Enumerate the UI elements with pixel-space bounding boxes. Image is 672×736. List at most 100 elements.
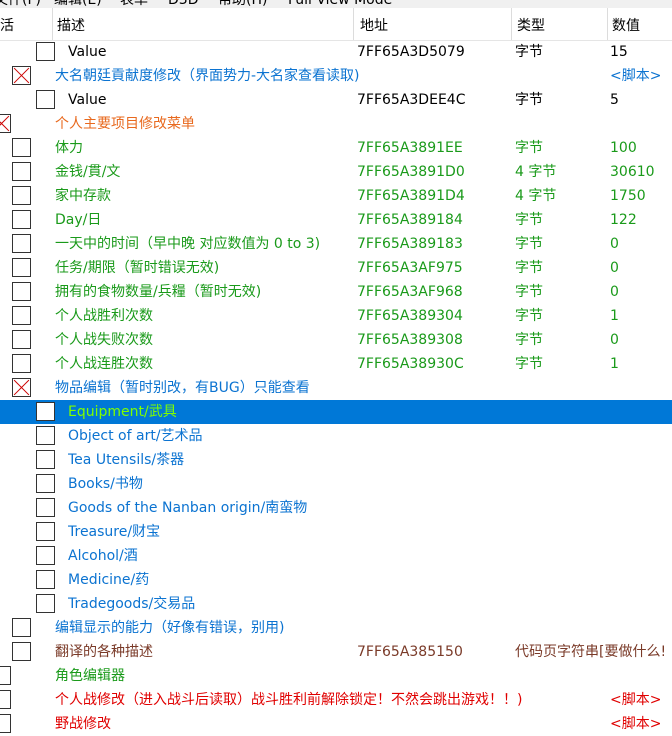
- table-row[interactable]: 家中存款 7FF65A3891D4 4 字节 1750: [0, 184, 672, 208]
- table-row[interactable]: 编辑显示的能力（好像有错误，别用): [0, 616, 672, 640]
- active-checkbox[interactable]: [36, 402, 55, 421]
- column-header-address[interactable]: 地址: [360, 8, 388, 39]
- column-separator[interactable]: [511, 8, 512, 40]
- active-checkbox[interactable]: [36, 474, 55, 493]
- active-checkbox[interactable]: [36, 90, 55, 109]
- row-value[interactable]: 0: [610, 256, 619, 280]
- active-checkbox[interactable]: [12, 66, 31, 85]
- active-checkbox[interactable]: [12, 642, 31, 661]
- menu-item[interactable]: Full View Mode: [288, 0, 392, 8]
- active-checkbox[interactable]: [36, 450, 55, 469]
- active-checkbox[interactable]: [36, 42, 55, 61]
- row-value[interactable]: 0: [610, 328, 619, 352]
- row-description: Medicine/药: [68, 572, 150, 588]
- row-description: Value: [68, 92, 107, 108]
- menu-item[interactable]: 帮助(H): [218, 0, 267, 8]
- table-row[interactable]: 金钱/貫/文 7FF65A3891D0 4 字节 30610: [0, 160, 672, 184]
- row-description: 一天中的时间（早中晚 对应数值为 0 to 3): [55, 236, 321, 252]
- row-address: 7FF65A389184: [357, 212, 463, 228]
- table-row[interactable]: Treasure/财宝: [0, 520, 672, 544]
- column-separator[interactable]: [353, 8, 354, 40]
- active-checkbox[interactable]: [12, 378, 31, 397]
- row-description: Value: [68, 44, 107, 60]
- table-row[interactable]: 个人战连胜次数 7FF65A38930C 字节 1: [0, 352, 672, 376]
- active-checkbox[interactable]: [12, 138, 31, 157]
- row-address: 7FF65A389308: [357, 332, 463, 348]
- table-row[interactable]: Tradegoods/交易品: [0, 592, 672, 616]
- row-value[interactable]: 0: [610, 280, 619, 304]
- row-type: 代码页字符串[要做什么!: [515, 644, 667, 660]
- table-row[interactable]: 翻译的各种描述 7FF65A385150 代码页字符串[要做什么!: [0, 640, 672, 664]
- table-row[interactable]: 一天中的时间（早中晚 对应数值为 0 to 3) 7FF65A389183 字节 0: [0, 232, 672, 256]
- table-row[interactable]: 个人主要项目修改菜单: [0, 112, 672, 136]
- active-checkbox[interactable]: [36, 594, 55, 613]
- row-value[interactable]: <脚本>: [610, 688, 661, 712]
- row-value[interactable]: 1750: [610, 184, 646, 208]
- table-row[interactable]: 拥有的食物数量/兵糧（暂时无效) 7FF65A3AF968 字节 0: [0, 280, 672, 304]
- active-checkbox[interactable]: [36, 498, 55, 517]
- row-address: 7FF65A3891D0: [357, 164, 465, 180]
- row-value[interactable]: 100: [610, 136, 637, 160]
- row-value[interactable]: <脚本>: [610, 64, 661, 88]
- column-header-value[interactable]: 数值: [612, 8, 640, 39]
- column-header-description[interactable]: 描述: [57, 8, 85, 39]
- active-checkbox[interactable]: [0, 714, 11, 733]
- table-row[interactable]: Goods of the Nanban origin/南蛮物: [0, 496, 672, 520]
- active-checkbox[interactable]: [12, 330, 31, 349]
- active-checkbox[interactable]: [36, 426, 55, 445]
- table-row[interactable]: 个人战失败次数 7FF65A389308 字节 0: [0, 328, 672, 352]
- table-row[interactable]: Object of art/艺术品: [0, 424, 672, 448]
- active-checkbox[interactable]: [0, 690, 11, 709]
- table-row[interactable]: 野战修改 <脚本>: [0, 712, 672, 736]
- active-checkbox[interactable]: [36, 546, 55, 565]
- active-checkbox[interactable]: [12, 282, 31, 301]
- active-checkbox[interactable]: [12, 618, 31, 637]
- row-value[interactable]: 1: [610, 352, 619, 376]
- row-value[interactable]: 30610: [610, 160, 655, 184]
- table-row[interactable]: Tea Utensils/茶器: [0, 448, 672, 472]
- table-row[interactable]: 个人战胜利次数 7FF65A389304 字节 1: [0, 304, 672, 328]
- table-row[interactable]: 角色编辑器: [0, 664, 672, 688]
- active-checkbox[interactable]: [0, 666, 11, 685]
- table-row[interactable]: 物品编辑（暂时别改，有BUG）只能查看: [0, 376, 672, 400]
- table-row[interactable]: 个人战修改（进入战斗后读取）战斗胜利前解除锁定！不然会跳出游戏！！) <脚本>: [0, 688, 672, 712]
- column-header-type[interactable]: 类型: [517, 8, 545, 39]
- table-row[interactable]: Day/日 7FF65A389184 字节 122: [0, 208, 672, 232]
- active-checkbox[interactable]: [12, 210, 31, 229]
- active-checkbox[interactable]: [12, 234, 31, 253]
- table-row[interactable]: 体力 7FF65A3891EE 字节 100: [0, 136, 672, 160]
- active-checkbox[interactable]: [12, 186, 31, 205]
- table-row[interactable]: 大名朝廷貢献度修改（界面势力-大名家查看读取) <脚本>: [0, 64, 672, 88]
- active-checkbox[interactable]: [12, 354, 31, 373]
- row-description: 翻译的各种描述: [55, 644, 153, 660]
- table-row[interactable]: Value 7FF65A3DEE4C 字节 5: [0, 88, 672, 112]
- table-row[interactable]: Value 7FF65A3D5079 字节 15: [0, 40, 672, 64]
- column-separator[interactable]: [607, 8, 608, 40]
- row-type: 4 字节: [515, 188, 557, 204]
- active-checkbox[interactable]: [0, 114, 11, 133]
- menu-item[interactable]: D3D: [168, 0, 198, 8]
- row-value[interactable]: <脚本>: [610, 712, 661, 736]
- menu-item[interactable]: 编辑(E): [54, 0, 102, 8]
- menu-item[interactable]: 表单: [120, 0, 148, 8]
- active-checkbox[interactable]: [12, 306, 31, 325]
- row-type: 字节: [515, 332, 543, 348]
- row-value[interactable]: 1: [610, 304, 619, 328]
- column-separator[interactable]: [52, 8, 53, 40]
- active-checkbox[interactable]: [36, 522, 55, 541]
- menu-item[interactable]: 文件(F): [0, 0, 41, 8]
- table-row[interactable]: Equipment/武具: [0, 400, 672, 424]
- table-row[interactable]: Alcohol/酒: [0, 544, 672, 568]
- active-checkbox[interactable]: [12, 258, 31, 277]
- row-value[interactable]: 122: [610, 208, 637, 232]
- row-description: 野战修改: [55, 716, 111, 732]
- row-value[interactable]: 0: [610, 232, 619, 256]
- table-row[interactable]: Medicine/药: [0, 568, 672, 592]
- table-row[interactable]: Books/书物: [0, 472, 672, 496]
- table-row[interactable]: 任务/期限（暂时错误无效) 7FF65A3AF975 字节 0: [0, 256, 672, 280]
- active-checkbox[interactable]: [36, 570, 55, 589]
- row-value[interactable]: 15: [610, 40, 628, 64]
- active-checkbox[interactable]: [12, 162, 31, 181]
- row-value[interactable]: 5: [610, 88, 619, 112]
- column-header-active[interactable]: 激活: [0, 8, 14, 39]
